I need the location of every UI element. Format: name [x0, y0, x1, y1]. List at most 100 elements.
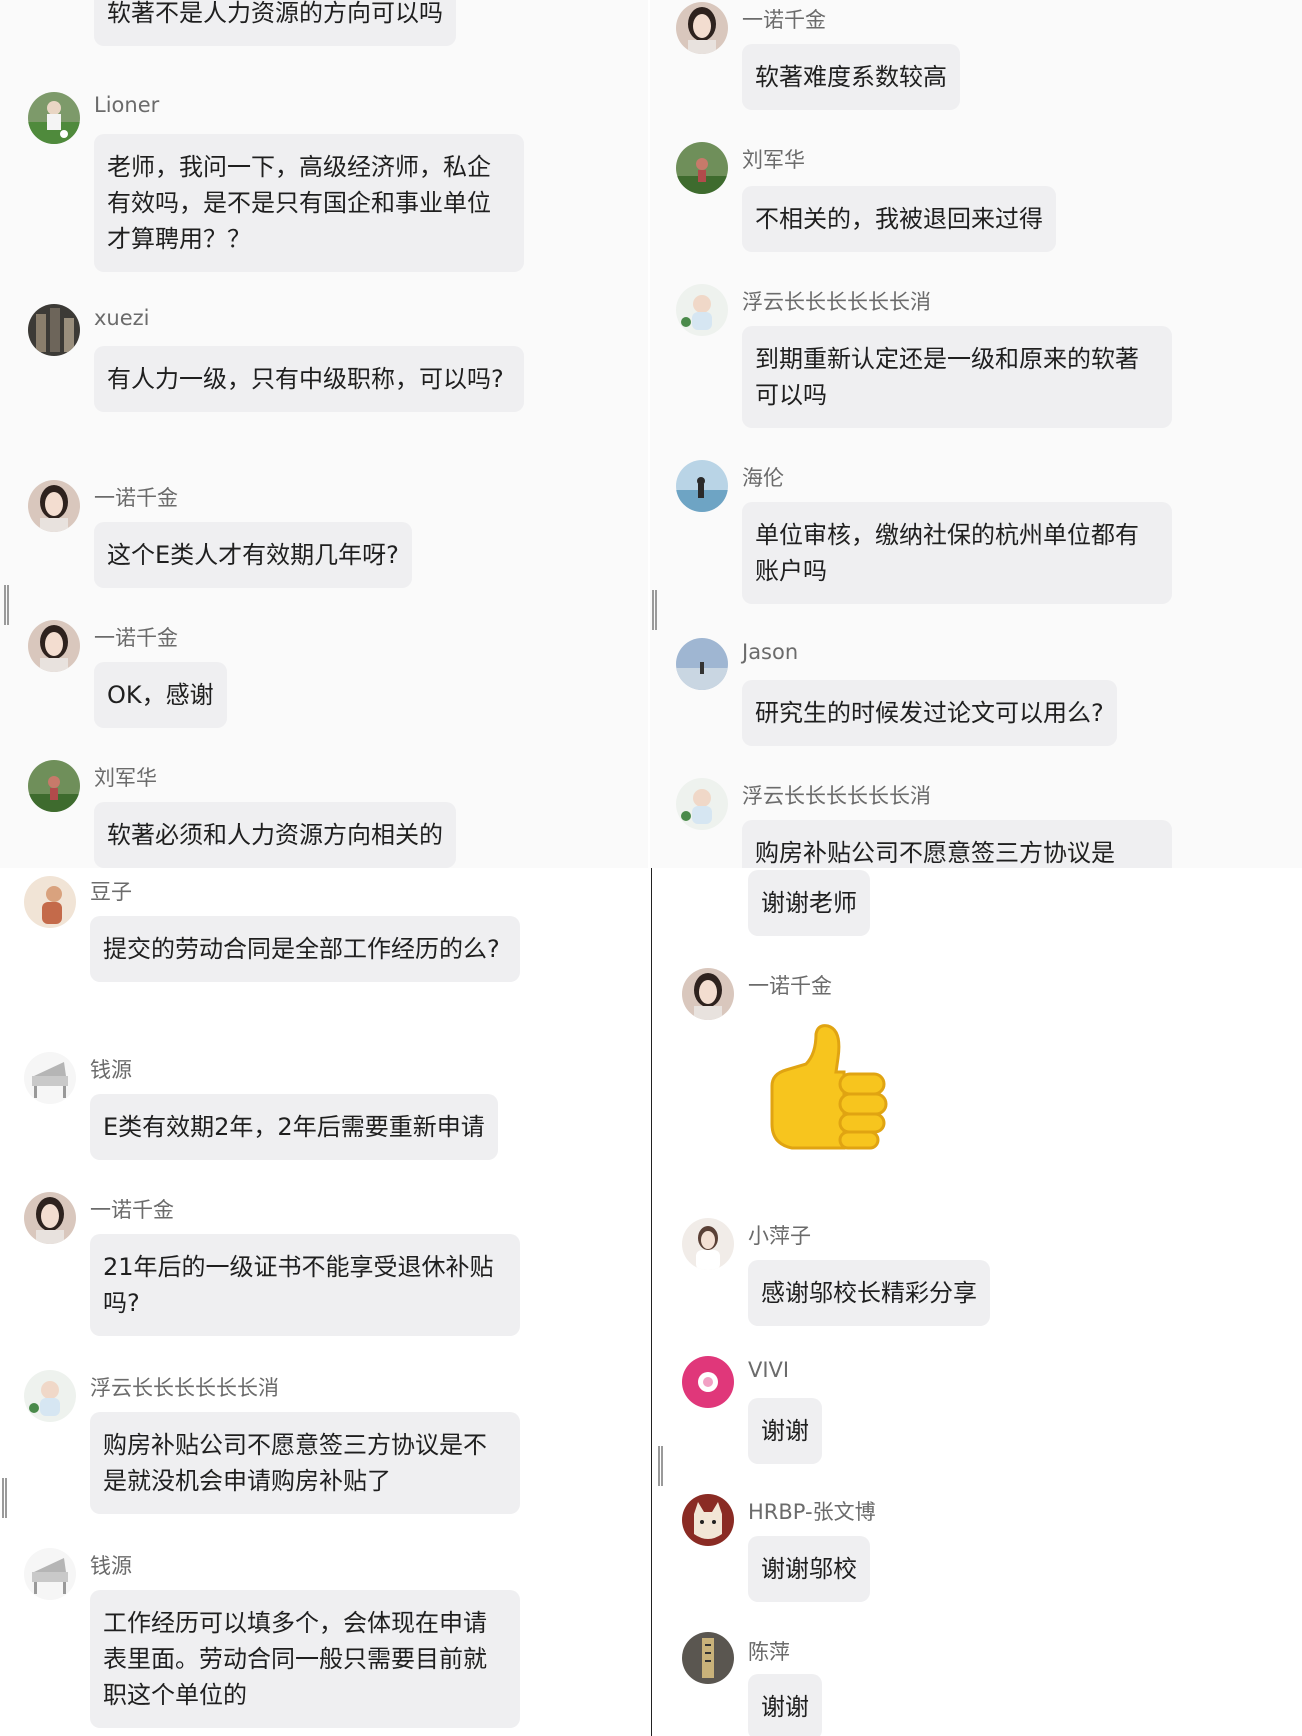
avatar[interactable] — [24, 1192, 76, 1244]
sender-name: Lioner — [94, 93, 160, 117]
avatar[interactable] — [682, 1632, 734, 1684]
resize-handle[interactable] — [658, 1446, 663, 1486]
message-text: 谢谢 — [761, 1693, 809, 1721]
avatar[interactable] — [28, 480, 80, 532]
message-text: 购房补贴公司不愿意签三方协议是不是就没机会申请购房补贴了 — [103, 1431, 487, 1495]
resize-handle[interactable] — [652, 590, 657, 630]
message-bubble[interactable]: 工作经历可以填多个，会体现在申请表里面。劳动合同一般只需要目前就职这个单位的 — [90, 1590, 520, 1728]
message-bubble[interactable]: 21年后的一级证书不能享受退休补贴吗? — [90, 1234, 520, 1336]
avatar[interactable] — [676, 284, 728, 336]
avatar[interactable] — [682, 1494, 734, 1546]
message-bubble[interactable]: 购房补贴公司不愿意签三方协议是不是就没机会申请购房补贴了 — [90, 1412, 520, 1514]
resize-handle[interactable] — [2, 1478, 7, 1518]
sender-name: 浮云长长长长长长消 — [742, 290, 931, 314]
sender-name: 一诺千金 — [94, 486, 178, 510]
woman-portrait-icon — [682, 968, 734, 1020]
avatar[interactable] — [28, 760, 80, 812]
message-bubble[interactable]: OK，感谢 — [94, 662, 227, 728]
message-bubble[interactable]: 到期重新认定还是一级和原来的软著可以吗 — [742, 326, 1172, 428]
message-bubble[interactable]: 谢谢老师 — [748, 870, 870, 936]
sender-name: 一诺千金 — [742, 8, 826, 32]
avatar[interactable] — [676, 142, 728, 194]
soccer-player-icon — [28, 92, 80, 144]
message-bubble[interactable]: 不相关的，我被退回来过得 — [742, 186, 1056, 252]
avatar[interactable] — [24, 1548, 76, 1600]
avatar[interactable] — [28, 620, 80, 672]
message-text: 不相关的，我被退回来过得 — [755, 205, 1043, 233]
avatar[interactable] — [24, 1370, 76, 1422]
sender-name: 刘军华 — [742, 148, 805, 172]
message-text: OK，感谢 — [107, 681, 214, 709]
avatar[interactable] — [28, 92, 80, 144]
message-bubble[interactable]: 软著不是人力资源的方向可以吗 — [94, 0, 456, 46]
sender-name: 钱源 — [90, 1554, 132, 1578]
baby-icon — [24, 1370, 76, 1422]
avatar[interactable] — [682, 1356, 734, 1408]
chat-panel-top-right: 一诺千金 软著难度系数较高 刘军华 不相关的，我被退回来过得 浮云长长长长长长消… — [650, 0, 1302, 868]
avatar[interactable] — [28, 304, 80, 356]
sender-name: 一诺千金 — [94, 626, 178, 650]
baby-icon — [676, 284, 728, 336]
sender-name: 浮云长长长长长长消 — [90, 1376, 279, 1400]
avatar[interactable] — [682, 1218, 734, 1270]
message-text: 购房补贴公司不愿意签三方协议是 — [755, 839, 1115, 867]
message-text: 21年后的一级证书不能享受退休补贴吗? — [103, 1253, 494, 1317]
avatar[interactable] — [24, 1052, 76, 1104]
avatar[interactable] — [682, 968, 734, 1020]
message-bubble[interactable]: 这个E类人才有效期几年呀? — [94, 522, 412, 588]
pink-flower-icon — [682, 1356, 734, 1408]
woman-white-icon — [682, 1218, 734, 1270]
woman-portrait-icon — [28, 620, 80, 672]
beach-icon — [676, 460, 728, 512]
sender-name: 小萍子 — [748, 1224, 811, 1248]
message-bubble[interactable]: 购房补贴公司不愿意签三方协议是 — [742, 820, 1172, 868]
sender-name: xuezi — [94, 306, 150, 330]
cat-icon — [682, 1494, 734, 1546]
message-bubble[interactable]: 老师，我问一下，高级经济师，私企有效吗，是不是只有国企和事业单位才算聘用？？ — [94, 134, 524, 272]
message-bubble[interactable]: 软著难度系数较高 — [742, 44, 960, 110]
message-bubble[interactable]: 有人力一级，只有中级职称，可以吗? — [94, 346, 524, 412]
avatar[interactable] — [24, 876, 76, 928]
piano-icon — [24, 1548, 76, 1600]
sunset-icon — [676, 638, 728, 690]
message-bubble[interactable]: E类有效期2年，2年后需要重新申请 — [90, 1094, 498, 1160]
sender-name: 海伦 — [742, 466, 784, 490]
thumbs-up-icon[interactable] — [762, 1024, 902, 1168]
green-landscape-icon — [676, 142, 728, 194]
sender-name: 一诺千金 — [90, 1198, 174, 1222]
chat-panel-bottom-right: 谢谢老师 一诺千金 小萍子 感谢邬校长精彩分享 VIVI 谢谢 HRBP-张文博… — [652, 868, 1302, 1736]
avatar[interactable] — [676, 778, 728, 830]
sender-name: 浮云长长长长长长消 — [742, 784, 931, 808]
message-text: 工作经历可以填多个，会体现在申请表里面。劳动合同一般只需要目前就职这个单位的 — [103, 1609, 487, 1709]
figure-icon — [24, 876, 76, 928]
baby-icon — [676, 778, 728, 830]
message-text: 到期重新认定还是一级和原来的软著可以吗 — [755, 345, 1139, 409]
chat-panel-top-left: 软著不是人力资源的方向可以吗 Lioner 老师，我问一下，高级经济师，私企有效… — [0, 0, 648, 868]
avatar[interactable] — [676, 638, 728, 690]
message-bubble[interactable]: 谢谢邬校 — [748, 1536, 870, 1602]
sender-name: 豆子 — [90, 880, 132, 904]
message-text: 谢谢老师 — [761, 889, 857, 917]
message-text: E类有效期2年，2年后需要重新申请 — [103, 1113, 485, 1141]
avatar[interactable] — [676, 460, 728, 512]
message-bubble[interactable]: 谢谢 — [748, 1398, 822, 1464]
message-bubble[interactable]: 单位审核，缴纳社保的杭州单位都有账户吗 — [742, 502, 1172, 604]
sender-name: 刘军华 — [94, 766, 157, 790]
chat-panel-bottom-left: 豆子 提交的劳动合同是全部工作经历的么? 钱源 E类有效期2年，2年后需要重新申… — [0, 868, 650, 1736]
message-text: 软著必须和人力资源方向相关的 — [107, 821, 443, 849]
thumbs-up-icon — [770, 1024, 888, 1150]
sender-name: Jason — [742, 640, 799, 664]
message-bubble[interactable]: 谢谢 — [748, 1674, 822, 1736]
message-bubble[interactable]: 感谢邬校长精彩分享 — [748, 1260, 990, 1326]
message-bubble[interactable]: 提交的劳动合同是全部工作经历的么? — [90, 916, 520, 982]
message-text: 这个E类人才有效期几年呀? — [107, 541, 399, 569]
message-text: 软著难度系数较高 — [755, 63, 947, 91]
resize-handle[interactable] — [4, 585, 9, 625]
avatar[interactable] — [676, 2, 728, 54]
calligraphy-icon — [682, 1632, 734, 1684]
message-text: 单位审核，缴纳社保的杭州单位都有账户吗 — [755, 521, 1139, 585]
message-text: 软著不是人力资源的方向可以吗 — [107, 0, 443, 27]
message-bubble[interactable]: 软著必须和人力资源方向相关的 — [94, 802, 456, 868]
building-icon — [28, 304, 80, 356]
message-bubble[interactable]: 研究生的时候发过论文可以用么? — [742, 680, 1117, 746]
